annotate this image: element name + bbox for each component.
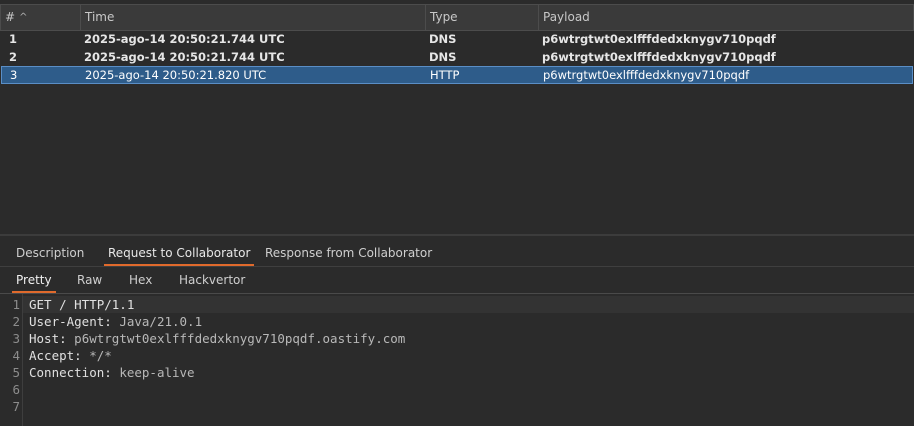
tab-request-to-collaborator[interactable]: Request to Collaborator: [104, 240, 255, 266]
column-label-type: Type: [430, 10, 458, 24]
cell-number: 3: [10, 68, 18, 82]
current-line-highlight: [23, 296, 914, 313]
header-line[interactable]: User-Agent: Java/21.0.1: [29, 313, 202, 330]
caret-up-icon: ^: [19, 12, 28, 23]
column-header-payload[interactable]: Payload: [539, 5, 913, 30]
cell-time: 2025-ago-14 20:50:21.744 UTC: [84, 32, 285, 46]
header-line[interactable]: Connection: keep-alive: [29, 364, 195, 381]
interactions-table: # ^ Time Type Payload 1 2025-ago-14 20:50…: [0, 0, 914, 236]
line-number: 4: [12, 348, 20, 363]
line-number: 5: [12, 365, 20, 380]
header-name: Accept:: [29, 348, 82, 363]
request-editor[interactable]: 1 2 3 4 5 6 7 GET / HTTP/1.1 User-Agent:…: [0, 294, 914, 426]
column-header-time[interactable]: Time: [81, 5, 426, 30]
line-number: 7: [12, 399, 20, 414]
line-number: 6: [12, 382, 20, 397]
tab-hex[interactable]: Hex: [125, 268, 156, 293]
request-line[interactable]: GET / HTTP/1.1: [29, 296, 134, 313]
column-header-type[interactable]: Type: [426, 5, 539, 30]
cell-type: HTTP: [430, 68, 460, 82]
cell-number: 1: [9, 32, 18, 46]
column-label-payload: Payload: [543, 10, 590, 24]
table-header: # ^ Time Type Payload: [0, 4, 914, 31]
header-value: Java/21.0.1: [111, 314, 203, 329]
header-name: Connection:: [29, 365, 112, 380]
column-label-number: #: [5, 10, 16, 24]
header-name: User-Agent:: [29, 314, 112, 329]
table-row[interactable]: 2 2025-ago-14 20:50:21.744 UTC DNS p6wtr…: [1, 48, 913, 66]
line-number-gutter: 1 2 3 4 5 6 7: [0, 294, 23, 426]
header-value: */*: [81, 348, 112, 363]
cell-time: 2025-ago-14 20:50:21.820 UTC: [85, 68, 267, 82]
tab-response-from-collaborator[interactable]: Response from Collaborator: [261, 240, 436, 266]
header-value: p6wtrgtwt0exlfffdedxknygv710pqdf.oastify…: [66, 331, 406, 346]
tab-hackvertor[interactable]: Hackvertor: [175, 268, 249, 293]
header-name: Host:: [29, 331, 67, 346]
column-label-time: Time: [85, 10, 115, 24]
tab-pretty[interactable]: Pretty: [12, 268, 56, 293]
header-line[interactable]: Accept: */*: [29, 347, 112, 364]
line-number: 2: [12, 314, 20, 329]
cell-payload: p6wtrgtwt0exlfffdedxknygv710pqdf: [542, 32, 776, 46]
line-number: 3: [12, 331, 20, 346]
tab-description[interactable]: Description: [12, 240, 88, 266]
tab-raw[interactable]: Raw: [73, 268, 106, 293]
header-line[interactable]: Host: p6wtrgtwt0exlfffdedxknygv710pqdf.o…: [29, 330, 405, 347]
collaborator-panel: # ^ Time Type Payload 1 2025-ago-14 20:50…: [0, 0, 914, 426]
cell-payload: p6wtrgtwt0exlfffdedxknygv710pqdf: [543, 68, 750, 82]
cell-number: 2: [9, 50, 18, 64]
header-value: keep-alive: [111, 365, 195, 380]
cell-type: DNS: [429, 50, 457, 64]
detail-tabs: Description Request to Collaborator Resp…: [0, 240, 914, 267]
cell-type: DNS: [429, 32, 457, 46]
table-row[interactable]: 1 2025-ago-14 20:50:21.744 UTC DNS p6wtr…: [1, 30, 913, 48]
cell-payload: p6wtrgtwt0exlfffdedxknygv710pqdf: [542, 50, 776, 64]
column-header-number[interactable]: # ^: [1, 5, 81, 30]
view-mode-tabs: Pretty Raw Hex Hackvertor: [0, 268, 914, 294]
request-method-line: GET / HTTP/1.1: [29, 297, 135, 312]
splitter[interactable]: [0, 234, 914, 236]
cell-time: 2025-ago-14 20:50:21.744 UTC: [84, 50, 285, 64]
line-number: 1: [12, 297, 20, 312]
table-row-selected[interactable]: 3 2025-ago-14 20:50:21.820 UTC HTTP p6wt…: [1, 66, 913, 84]
